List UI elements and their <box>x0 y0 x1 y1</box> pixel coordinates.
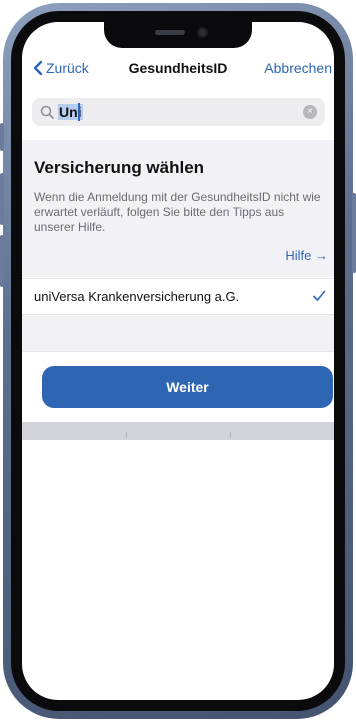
cancel-button[interactable]: Abbrechen <box>264 60 332 76</box>
volume-down-button <box>0 235 4 287</box>
list-item[interactable]: uniVersa Krankenversicherung a.G. <box>22 278 334 315</box>
app-screen: Zurück GesundheitsID Abbrechen Uni × Ver… <box>22 22 334 700</box>
search-icon <box>40 105 54 119</box>
speaker <box>155 30 185 35</box>
power-button <box>352 193 356 273</box>
checkmark-icon <box>313 290 326 301</box>
navigation-bar: Zurück GesundheitsID Abbrechen <box>22 52 334 84</box>
notch <box>104 22 252 48</box>
help-link[interactable]: Hilfe → <box>285 248 328 263</box>
keyboard-divider <box>126 432 127 438</box>
text-caret <box>78 103 80 121</box>
list-spacer <box>22 315 334 352</box>
search-field[interactable]: Uni × <box>32 98 325 126</box>
keyboard-divider <box>230 432 231 438</box>
insurance-section: Versicherung wählen Wenn die Anmeldung m… <box>22 140 334 277</box>
section-title: Versicherung wählen <box>34 158 205 177</box>
keyboard-top-bar <box>22 422 334 440</box>
section-description: Wenn die Anmeldung mit der GesundheitsID… <box>34 190 321 234</box>
continue-button[interactable]: Weiter <box>42 366 333 408</box>
clear-icon[interactable]: × <box>303 105 317 119</box>
camera <box>197 27 208 38</box>
list-item-label: uniVersa Krankenversicherung a.G. <box>34 289 240 304</box>
side-button <box>0 123 4 151</box>
volume-up-button <box>0 173 4 225</box>
